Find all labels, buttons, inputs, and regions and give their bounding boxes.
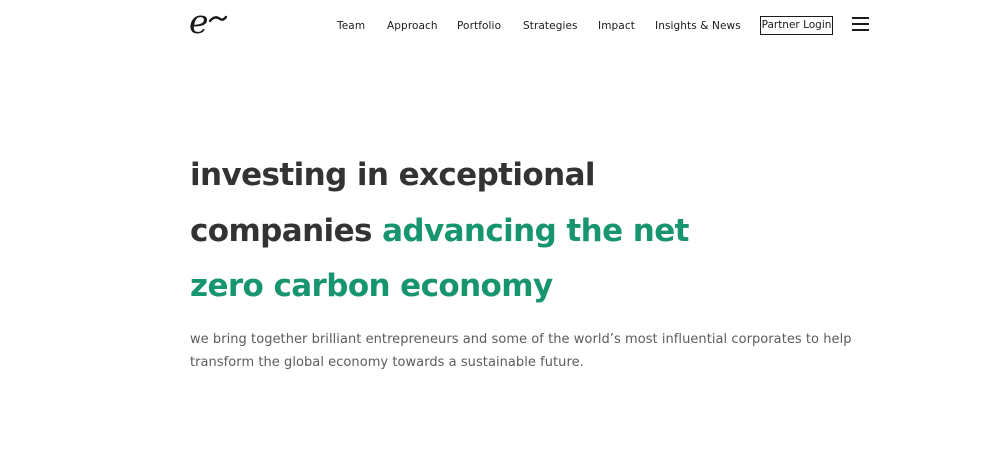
headline-line-2-accent: advancing the net <box>382 212 689 249</box>
nav-item-approach[interactable]: Approach <box>387 17 438 35</box>
hero-section: investing in exceptional companies advan… <box>190 148 830 315</box>
logo-swoosh-icon <box>209 15 227 23</box>
nav-item-insights-news[interactable]: Insights & News <box>655 17 741 35</box>
headline-line-3-accent: zero carbon economy <box>190 268 553 304</box>
nav-item-team[interactable]: Team <box>337 17 365 35</box>
nav-item-strategies[interactable]: Strategies <box>523 17 578 35</box>
partner-login-button[interactable]: Partner Login <box>760 16 833 35</box>
headline-line-1: investing in exceptional <box>190 157 596 193</box>
nav-item-portfolio[interactable]: Portfolio <box>457 17 501 35</box>
site-header: e Team Approach Portfolio Strategies Imp… <box>0 0 996 52</box>
site-logo[interactable]: e <box>189 2 229 41</box>
hero-headline: investing in exceptional companies advan… <box>190 148 830 315</box>
hero-subtext: we bring together brilliant entrepreneur… <box>190 332 852 370</box>
nav-item-impact[interactable]: Impact <box>598 17 635 35</box>
menu-bar-middle <box>852 23 869 25</box>
menu-bar-top <box>852 17 869 19</box>
hamburger-menu-icon[interactable] <box>852 16 870 32</box>
headline-line-2-dark: companies <box>190 212 383 249</box>
logo-letter: e <box>189 2 209 41</box>
menu-bar-bottom <box>852 29 869 31</box>
